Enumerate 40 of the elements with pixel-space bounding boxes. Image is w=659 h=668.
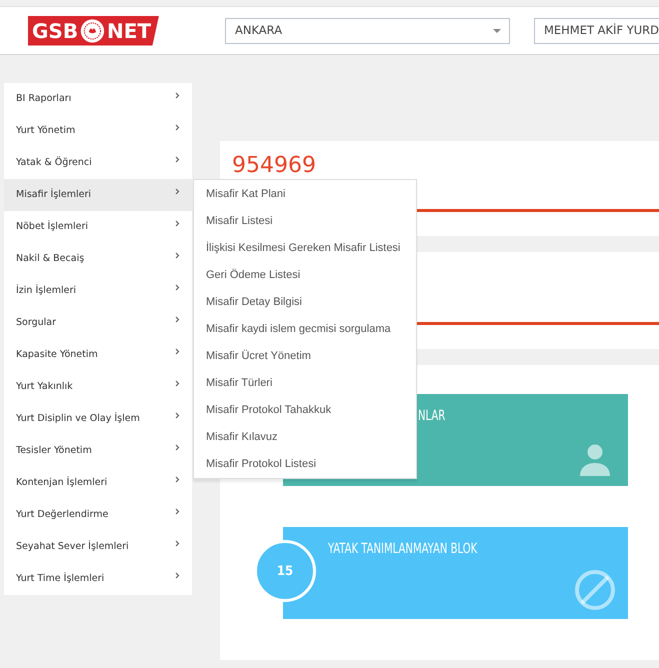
- chevron-icon: [175, 476, 180, 483]
- chevron-icon: [175, 92, 180, 99]
- person-icon: [578, 442, 612, 476]
- card-title: NLAR: [418, 407, 446, 426]
- chevron-icon: [175, 252, 180, 259]
- chevron-icon: [175, 188, 180, 195]
- chevron-icon: [175, 380, 180, 387]
- submenu-item[interactable]: Misafir Protokol Listesi: [194, 451, 416, 478]
- submenu-item[interactable]: Misafir Listesi: [194, 208, 416, 235]
- submenu-item[interactable]: İlişkisi Kesilmesi Gereken Misafir Listesi: [194, 235, 416, 262]
- chevron-icon: [175, 348, 180, 355]
- ban-icon: [574, 569, 616, 612]
- chevron-icon: [175, 156, 180, 163]
- caret-icon: [492, 28, 501, 32]
- submenu-item[interactable]: Geri Ödeme Listesi: [194, 262, 416, 289]
- count-badge: 15: [254, 540, 316, 602]
- record-number: 954969: [231, 152, 317, 180]
- chevron-icon: [175, 412, 180, 419]
- submenu-item[interactable]: Misafir Kılavuz: [194, 424, 416, 451]
- submenu-item[interactable]: Misafir kaydi islem gecmisi sorgulama: [194, 316, 416, 343]
- logo[interactable]: GSB NET: [28, 16, 159, 46]
- dormitory-select[interactable]: MEHMET AKİF YURD: [534, 18, 659, 44]
- submenu-item[interactable]: Misafir Kat Plani: [194, 181, 416, 208]
- submenu-item[interactable]: Misafir Türleri: [194, 370, 416, 397]
- submenu-item[interactable]: Misafir Protokol Tahakkuk: [194, 397, 416, 424]
- chevron-icon: [175, 124, 180, 131]
- submenu-item[interactable]: Misafir Detay Bilgisi: [194, 289, 416, 316]
- card-title: YATAK TANIMLANMAYAN BLOK: [328, 540, 478, 560]
- logo-text: NET: [106, 18, 151, 44]
- submenu-item[interactable]: Misafir Ücret Yönetim: [194, 343, 416, 370]
- city-select[interactable]: ANKARA: [225, 18, 510, 44]
- chevron-icon: [175, 284, 180, 291]
- chevron-icon: [175, 540, 180, 547]
- chevron-icon: [175, 220, 180, 227]
- sidebar-item[interactable]: Misafir İşlemleri: [4, 179, 192, 211]
- chevron-icon: [175, 444, 180, 451]
- logo-text: GSB: [32, 18, 78, 44]
- chevron-icon: [175, 572, 180, 579]
- chevron-icon: [175, 316, 180, 323]
- chevron-icon: [175, 508, 180, 515]
